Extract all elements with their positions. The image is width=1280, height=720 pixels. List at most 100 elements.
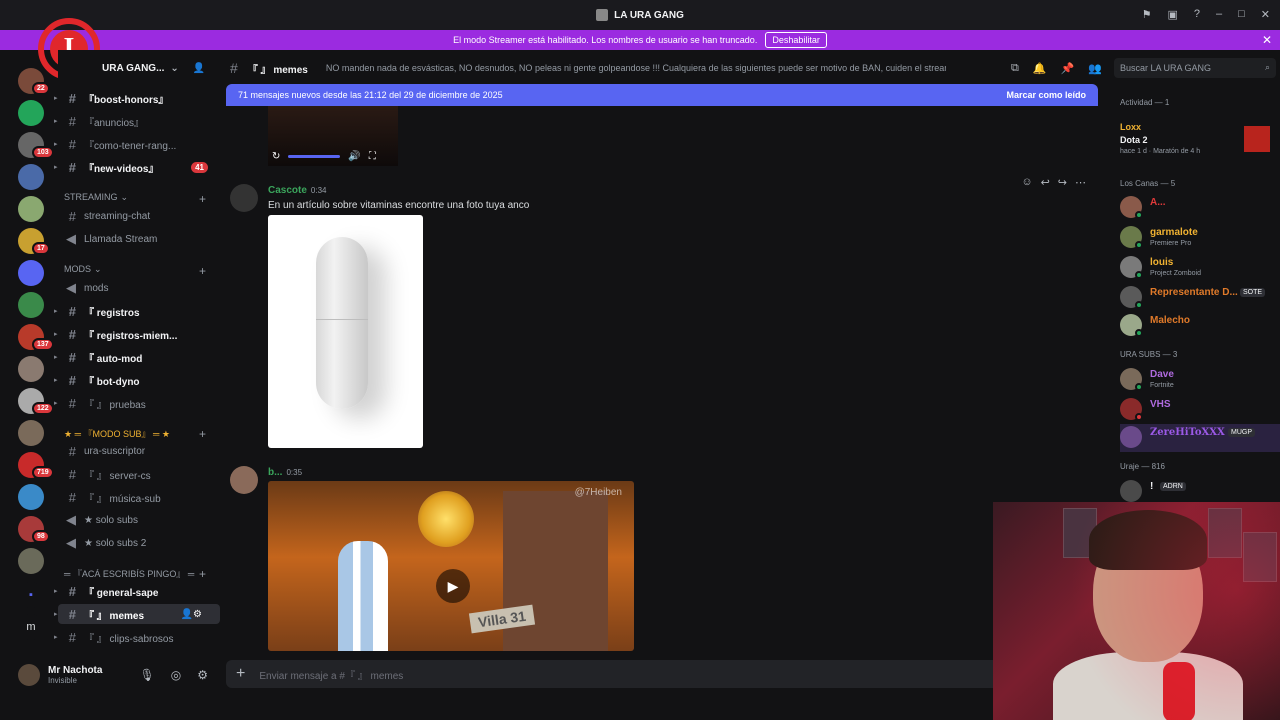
channel-label: 『como-tener-rang... [84, 140, 177, 152]
new-messages-bar[interactable]: 71 mensajes nuevos desde las 21:12 del 2… [226, 84, 1098, 106]
reaction-emoji-icon[interactable]: ☺ [1021, 176, 1032, 189]
forward-icon[interactable]: ↪ [1058, 176, 1067, 189]
voice-channel-item[interactable]: ◀ mods [58, 278, 220, 298]
server-icon[interactable] [18, 100, 44, 126]
maximize-icon[interactable]: □ [1238, 8, 1245, 21]
help-icon[interactable]: ? [1194, 8, 1200, 21]
channel-label: 『boost-honors』 [84, 94, 169, 106]
add-channel-icon[interactable]: + [199, 427, 206, 441]
avatar[interactable] [230, 184, 258, 212]
close-banner-icon[interactable]: ✕ [1262, 33, 1272, 47]
add-channel-icon[interactable]: + [199, 192, 206, 206]
microphone-icon[interactable]: 🎙 [140, 668, 155, 682]
channel-item[interactable]: ▸ # 『como-tener-rang... [54, 134, 220, 154]
disable-streamer-button[interactable]: Deshabilitar [765, 32, 827, 48]
server-icon[interactable] [18, 356, 44, 382]
member-name: ZereHiToXXX [1150, 427, 1225, 438]
channel-item[interactable]: # 『 』 música-sub [58, 487, 220, 507]
add-attachment-icon[interactable]: + [236, 665, 245, 683]
play-icon[interactable]: ▶ [436, 569, 470, 603]
message-author[interactable]: b... [268, 467, 282, 478]
capsule-image [316, 237, 368, 409]
channel-label: 『 』 clips-sabrosos [84, 633, 174, 645]
headphones-icon[interactable]: ◎ [171, 668, 181, 682]
volume-slider[interactable] [288, 154, 341, 158]
close-icon[interactable]: ✕ [1261, 8, 1270, 21]
avatar[interactable] [18, 664, 40, 686]
category-mods[interactable]: mods ⌄ + [64, 264, 214, 278]
avatar[interactable] [230, 466, 258, 494]
voice-channel-item[interactable]: ◀ ★ solo subs 2 [58, 533, 220, 553]
minimize-icon[interactable]: – [1216, 8, 1222, 21]
message-header: Cascote 0:34 [268, 185, 326, 196]
server-icon[interactable] [18, 164, 44, 190]
server-icon[interactable] [18, 548, 44, 574]
voice-channel-item[interactable]: ◀ ★ solo subs [58, 510, 220, 530]
search-icon: ⌕ [1264, 62, 1270, 72]
member-item[interactable]: Malecho [1120, 312, 1280, 340]
channel-item[interactable]: ▸ # 『 bot-dyno [54, 370, 220, 390]
invite-icon[interactable]: 👤⚙ [181, 609, 202, 620]
image-attachment[interactable] [268, 215, 423, 448]
add-channel-icon[interactable]: + [199, 264, 206, 278]
volume-icon[interactable]: 🔊 [348, 151, 360, 162]
server-icon[interactable] [18, 420, 44, 446]
channel-item[interactable]: ▸ # 『new-videos』 41 [54, 157, 220, 177]
channel-item[interactable]: ▸ # 『 』 clips-sabrosos [54, 627, 220, 647]
category-general[interactable]: ═ 『acá escribís pingo』 ═ + [64, 567, 214, 581]
category-streaming[interactable]: STREAMING ⌄ + [64, 192, 214, 206]
members-icon[interactable]: 👥 [1088, 62, 1102, 75]
member-item[interactable]: louis Project Zomboid [1120, 254, 1280, 282]
voice-channel-item[interactable]: ◀ Llamada Stream [58, 229, 220, 249]
more-icon[interactable]: ⋯ [1075, 176, 1086, 189]
message-author[interactable]: Cascote [268, 185, 307, 196]
screen-icon[interactable]: ▣ [1167, 8, 1177, 21]
reply-icon[interactable]: ↩ [1041, 176, 1050, 189]
member-item[interactable]: garmalote Premiere Pro [1120, 224, 1280, 252]
member-item[interactable]: Dave Fortnite [1120, 366, 1280, 394]
channel-item[interactable]: ▸ # 『 auto-mod [54, 347, 220, 367]
channel-item-active[interactable]: ▸ # 『 』 memes 👤⚙ [54, 604, 220, 624]
message-composer[interactable]: + Enviar mensaje a #『 』 memes [226, 660, 1092, 688]
server-icon[interactable] [18, 292, 44, 318]
member-item[interactable]: A... [1120, 194, 1280, 222]
activity-card[interactable]: Loxx Dota 2 hace 1 d · Maratón de 4 h [1120, 122, 1270, 162]
server-icon[interactable]: m [18, 614, 44, 640]
gear-icon[interactable]: ⚙ [197, 668, 208, 682]
channel-item[interactable]: ▸ # 『 general-sape [54, 581, 220, 601]
add-member-icon[interactable]: 👤 [193, 63, 205, 74]
server-name: URA GANG... [102, 62, 165, 74]
channel-item[interactable]: ▸ # 『anuncios』 [54, 111, 220, 131]
channel-item[interactable]: # streaming-chat [58, 206, 220, 226]
channel-item[interactable]: ▸ # 『 』 pruebas [54, 393, 220, 413]
server-header[interactable]: URA GANG... ⌄ 👤 [58, 50, 220, 86]
server-icon[interactable] [18, 484, 44, 510]
channel-item[interactable]: ▸ # 『 registros-miem... [54, 324, 220, 344]
server-icon[interactable] [18, 260, 44, 286]
channel-item[interactable]: # ura-suscriptor [58, 441, 220, 461]
replay-icon[interactable]: ↻ [272, 151, 280, 162]
member-item[interactable]: Representante D... SOTE [1120, 284, 1280, 312]
fullscreen-icon[interactable]: ⛶ [369, 151, 376, 162]
inbox-icon[interactable]: ⚑ [1142, 8, 1152, 21]
channel-item[interactable]: ▸ # 『boost-honors』 [54, 88, 220, 108]
bell-icon[interactable]: 🔔 [1033, 62, 1047, 75]
search-input[interactable]: Buscar LA URA GANG ⌕ [1114, 58, 1276, 78]
channel-topic[interactable]: NO manden nada de esvásticas, NO desnudo… [326, 63, 946, 73]
channel-item[interactable]: ▸ # 『 registros [54, 301, 220, 321]
chevron-down-icon[interactable]: ⌄ [170, 63, 178, 74]
threads-icon[interactable]: ⧉ [1011, 62, 1019, 75]
pin-icon[interactable]: 📌 [1061, 62, 1075, 75]
member-group-header: Los Canas — 5 [1120, 179, 1176, 188]
member-item[interactable]: VHS [1120, 396, 1280, 424]
video-attachment[interactable]: Villa 31 @7Heiben ▶ [268, 481, 634, 651]
mark-as-read-button[interactable]: Marcar como leído [1006, 90, 1086, 100]
folder-icon[interactable]: ▪ [18, 582, 44, 608]
figure-shape [338, 541, 388, 651]
category-sub[interactable]: ★ ═ 『MODO SUB』 ═ ★ + [64, 427, 214, 441]
add-channel-icon[interactable]: + [199, 567, 206, 581]
channel-item[interactable]: # 『 』 server-cs [58, 464, 220, 484]
member-item[interactable]: ZereHiToXXX MUGP [1120, 424, 1280, 452]
server-icon[interactable] [18, 196, 44, 222]
member-tag: MUGP [1228, 428, 1255, 437]
